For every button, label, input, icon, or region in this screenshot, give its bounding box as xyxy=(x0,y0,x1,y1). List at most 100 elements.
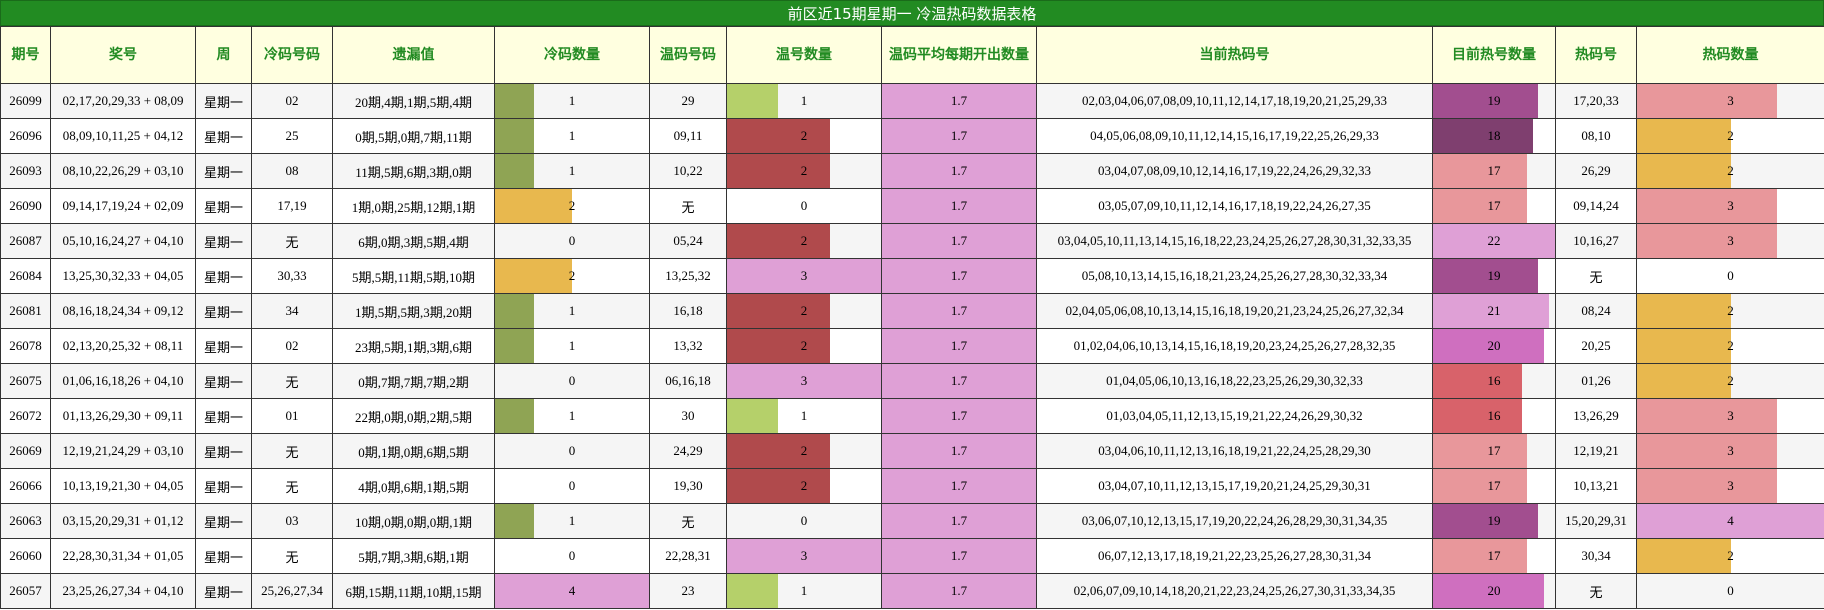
warm-average-cell-label: 1.7 xyxy=(950,198,968,213)
warm-average-cell-label: 1.7 xyxy=(950,163,968,178)
cold-numbers-cell: 03 xyxy=(251,503,333,539)
warm-count-cell-label: 1 xyxy=(800,93,808,108)
cold-count-cell-label: 0 xyxy=(568,478,576,493)
hot-count-cell: 2 xyxy=(1636,363,1824,399)
cold-count-cell: 0 xyxy=(494,538,650,574)
omission-cell: 20期,4期,1期,5期,4期 xyxy=(332,83,495,119)
hot-count-cell-label: 2 xyxy=(1727,548,1734,563)
warm-count-cell-label: 1 xyxy=(800,583,808,598)
cold-count-cell-label: 1 xyxy=(568,93,576,108)
warm-numbers-cell: 22,28,31 xyxy=(649,538,727,574)
current-hot-count-cell-bar xyxy=(1433,469,1528,503)
hot-count-cell-label: 3 xyxy=(1727,443,1734,458)
cold-numbers-cell: 无 xyxy=(251,433,333,469)
hot-count-cell-bar xyxy=(1637,469,1778,503)
header-warm-count: 温号数量 xyxy=(726,26,882,84)
warm-count-cell: 3 xyxy=(726,258,882,294)
cold-numbers-cell: 01 xyxy=(251,398,333,434)
current-hot-count-cell-bar xyxy=(1433,84,1539,118)
warm-count-cell-bar xyxy=(727,84,779,118)
cold-count-cell: 0 xyxy=(494,468,650,504)
warm-average-cell: 1.7 xyxy=(881,398,1037,434)
hot-count-cell: 3 xyxy=(1636,83,1824,119)
current-hot-count-cell-bar xyxy=(1433,364,1522,398)
omission-cell: 1期,0期,25期,12期,1期 xyxy=(332,188,495,224)
warm-count-cell-label: 2 xyxy=(800,233,808,248)
hot-count-cell-bar xyxy=(1637,189,1778,223)
cold-count-cell: 2 xyxy=(494,258,650,294)
warm-numbers-cell: 24,29 xyxy=(649,433,727,469)
warm-count-cell: 2 xyxy=(726,328,882,364)
header-warm-numbers: 温码号码 xyxy=(649,26,727,84)
warm-numbers-cell: 23 xyxy=(649,573,727,609)
issue-cell: 26060 xyxy=(0,538,51,574)
omission-cell: 5期,5期,11期,5期,10期 xyxy=(332,258,495,294)
cold-count-cell-bar xyxy=(495,504,534,538)
current-hot-count-cell-label: 18 xyxy=(1487,128,1501,143)
hot-count-cell: 3 xyxy=(1636,398,1824,434)
cold-count-cell-label: 1 xyxy=(568,163,576,178)
cold-count-cell: 0 xyxy=(494,363,650,399)
cold-numbers-cell: 02 xyxy=(251,328,333,364)
cold-count-cell-bar xyxy=(495,259,572,293)
hot-numbers-cell: 20,25 xyxy=(1555,328,1637,364)
current-hot-cell: 05,08,10,13,14,15,16,18,21,23,24,25,26,2… xyxy=(1036,258,1433,294)
warm-count-cell-bar xyxy=(727,329,830,363)
warm-count-cell-label: 2 xyxy=(800,303,808,318)
issue-cell: 26078 xyxy=(0,328,51,364)
warm-numbers-cell: 06,16,18 xyxy=(649,363,727,399)
table-row: 26069 12,19,21,24,29 + 03,10 星期一无 0期,1期,0期,… xyxy=(0,433,1824,469)
week-cell: 星期一 xyxy=(195,328,252,364)
warm-numbers-cell: 10,22 xyxy=(649,153,727,189)
current-hot-count-cell-label: 19 xyxy=(1487,513,1501,528)
table-row: 26057 23,25,26,27,34 + 04,10 星期一 25,26,27,3… xyxy=(0,573,1824,609)
hot-count-cell: 3 xyxy=(1636,433,1824,469)
warm-numbers-cell: 19,30 xyxy=(649,468,727,504)
warm-average-cell-label: 1.7 xyxy=(950,408,968,423)
cold-numbers-cell: 无 xyxy=(251,363,333,399)
warm-count-cell: 0 xyxy=(726,188,882,224)
header-cold-numbers: 冷码号码 xyxy=(251,26,333,84)
week-cell: 星期一 xyxy=(195,433,252,469)
hot-count-cell-label: 2 xyxy=(1727,338,1734,353)
warm-average-cell-label: 1.7 xyxy=(950,583,968,598)
week-cell: 星期一 xyxy=(195,538,252,574)
table-row: 26066 10,13,19,21,30 + 04,05 星期一无 4期,0期,6期,… xyxy=(0,468,1824,504)
hot-numbers-cell: 12,19,21 xyxy=(1555,433,1637,469)
week-cell: 星期一 xyxy=(195,118,252,154)
warm-average-cell: 1.7 xyxy=(881,468,1037,504)
hot-count-cell: 2 xyxy=(1636,328,1824,364)
current-hot-count-cell-label: 21 xyxy=(1487,303,1501,318)
current-hot-count-cell-label: 17 xyxy=(1487,478,1501,493)
hot-count-cell-label: 3 xyxy=(1727,233,1734,248)
cold-count-cell-bar xyxy=(495,84,534,118)
warm-count-cell-label: 3 xyxy=(800,373,808,388)
warm-numbers-cell: 16,18 xyxy=(649,293,727,329)
hot-count-cell-label: 2 xyxy=(1727,373,1734,388)
warm-count-cell: 3 xyxy=(726,538,882,574)
table-row: 26090 09,14,17,19,24 + 02,09 星期一 17,19 1期,0期… xyxy=(0,188,1824,224)
table-row: 26063 03,15,20,29,31 + 01,12 星期一 03 10期,0期,0… xyxy=(0,503,1824,539)
header-row: 期号 奖号 周 冷码号码 遗漏值 冷码数量 温码号码 温号数量 温码平均每期开出… xyxy=(0,26,1824,84)
warm-average-cell-label: 1.7 xyxy=(950,478,968,493)
current-hot-count-cell: 19 xyxy=(1432,83,1556,119)
hot-count-cell-bar xyxy=(1637,224,1778,258)
warm-numbers-cell: 29 xyxy=(649,83,727,119)
warm-average-cell-label: 1.7 xyxy=(950,303,968,318)
warm-count-cell-label: 2 xyxy=(800,478,808,493)
cold-count-cell: 0 xyxy=(494,433,650,469)
issue-cell: 26063 xyxy=(0,503,51,539)
hot-numbers-cell: 13,26,29 xyxy=(1555,398,1637,434)
issue-cell: 26066 xyxy=(0,468,51,504)
issue-cell: 26072 xyxy=(0,398,51,434)
omission-cell: 6期,0期,3期,5期,4期 xyxy=(332,223,495,259)
current-hot-count-cell: 22 xyxy=(1432,223,1556,259)
current-hot-count-cell-bar xyxy=(1433,154,1528,188)
current-hot-count-cell-label: 19 xyxy=(1487,93,1501,108)
week-cell: 星期一 xyxy=(195,153,252,189)
warm-count-cell-label: 3 xyxy=(800,548,808,563)
warm-count-cell: 2 xyxy=(726,153,882,189)
cold-count-cell-label: 0 xyxy=(568,373,576,388)
hot-numbers-cell: 15,20,29,31 xyxy=(1555,503,1637,539)
hot-count-cell-label: 0 xyxy=(1727,583,1734,598)
